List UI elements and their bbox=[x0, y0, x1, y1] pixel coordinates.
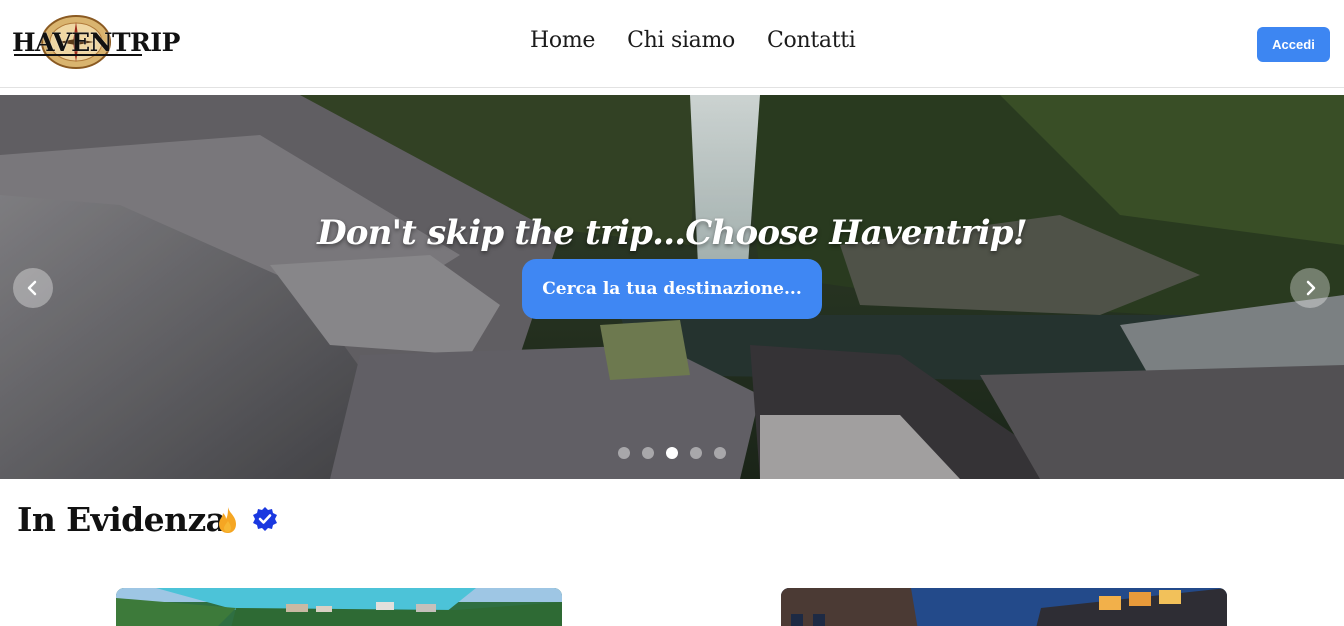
carousel-indicator-2[interactable] bbox=[642, 447, 654, 459]
verified-badge-icon bbox=[253, 507, 277, 531]
carousel-indicator-4[interactable] bbox=[690, 447, 702, 459]
chevron-left-icon bbox=[27, 280, 37, 296]
site-header: HAVENTRIP Home Chi siamo Contatti Accedi bbox=[0, 0, 1344, 88]
login-button[interactable]: Accedi bbox=[1257, 27, 1330, 62]
featured-card-city[interactable] bbox=[781, 588, 1227, 626]
carousel-indicator-3[interactable] bbox=[666, 447, 678, 459]
search-destination-button[interactable]: Cerca la tua destinazione... bbox=[522, 259, 822, 319]
featured-section-title: In Evidenza bbox=[17, 500, 227, 539]
logo-underline bbox=[14, 54, 142, 56]
chevron-right-icon bbox=[1306, 280, 1316, 296]
carousel-prev-button[interactable] bbox=[13, 268, 53, 308]
carousel-indicator-5[interactable] bbox=[714, 447, 726, 459]
nav-chi-siamo[interactable]: Chi siamo bbox=[627, 28, 735, 53]
coastal-town-image bbox=[116, 588, 562, 626]
main-nav: Home Chi siamo Contatti bbox=[530, 28, 856, 53]
carousel-indicator-1[interactable] bbox=[618, 447, 630, 459]
haventrip-logo[interactable]: HAVENTRIP bbox=[12, 14, 180, 70]
nav-home[interactable]: Home bbox=[530, 28, 595, 53]
carousel-indicators bbox=[618, 447, 726, 459]
carousel-next-button[interactable] bbox=[1290, 268, 1330, 308]
hero-carousel: Don't skip the trip...Choose Haventrip! … bbox=[0, 95, 1344, 479]
logo-text: HAVENTRIP bbox=[12, 28, 180, 57]
city-building-image bbox=[781, 588, 1227, 626]
hero-title: Don't skip the trip...Choose Haventrip! bbox=[317, 213, 1028, 253]
featured-card-coast[interactable] bbox=[116, 588, 562, 626]
nav-contatti[interactable]: Contatti bbox=[767, 28, 856, 53]
fire-icon bbox=[219, 507, 236, 533]
